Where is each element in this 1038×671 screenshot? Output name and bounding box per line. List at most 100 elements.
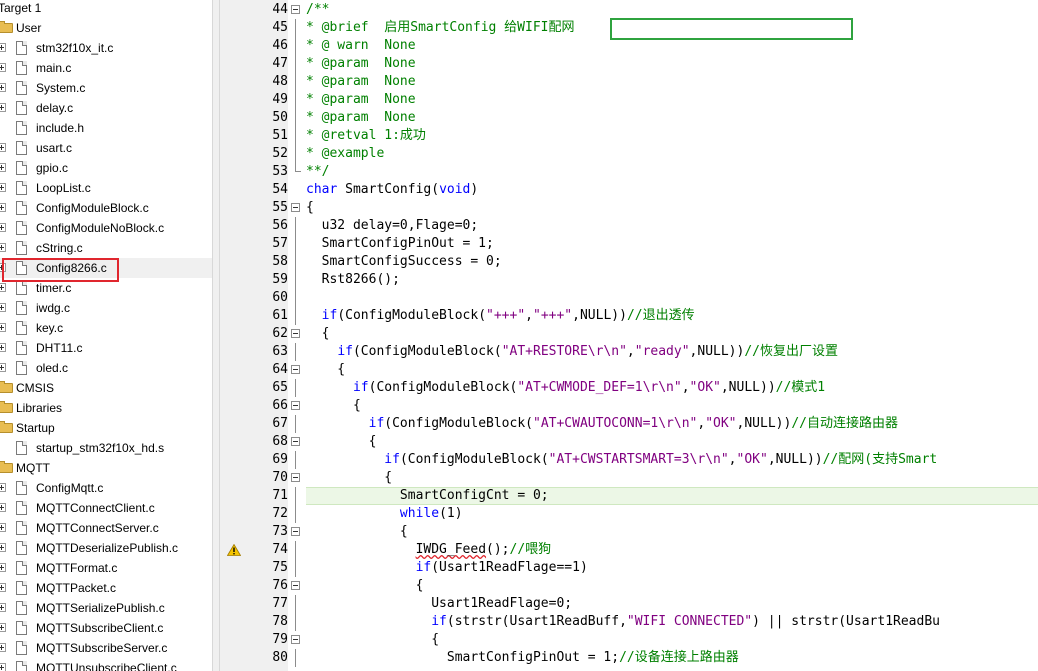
code-line[interactable]: 74 IWDG_Feed();//喂狗 bbox=[220, 541, 1038, 559]
tree-file[interactable]: MQTTConnectClient.c bbox=[0, 498, 212, 518]
tree-target[interactable]: Target 1 bbox=[0, 0, 212, 18]
code-line[interactable]: 78 if(strstr(Usart1ReadBuff,"WIFI CONNEC… bbox=[220, 613, 1038, 631]
code-line[interactable]: 51 * @retval 1:成功 bbox=[220, 127, 1038, 145]
tree-file[interactable]: key.c bbox=[0, 318, 212, 338]
expand-plus-icon[interactable] bbox=[0, 43, 6, 52]
expand-plus-icon[interactable] bbox=[0, 143, 6, 152]
expand-plus-icon[interactable] bbox=[0, 283, 6, 292]
code-line[interactable]: 44/** bbox=[220, 1, 1038, 19]
code-editor[interactable]: 44/** 45 * @brief 启用SmartConfig 给WIFI配网 46 *… bbox=[220, 0, 1038, 671]
expand-plus-icon[interactable] bbox=[0, 183, 6, 192]
code-line[interactable]: 55{ bbox=[220, 199, 1038, 217]
expand-plus-icon[interactable] bbox=[0, 503, 6, 512]
expand-plus-icon[interactable] bbox=[0, 603, 6, 612]
expand-plus-icon[interactable] bbox=[0, 543, 6, 552]
tree-file[interactable]: MQTTFormat.c bbox=[0, 558, 212, 578]
expand-plus-icon[interactable] bbox=[0, 343, 6, 352]
code-line[interactable]: 60 bbox=[220, 289, 1038, 307]
tree-file[interactable]: ConfigModuleNoBlock.c bbox=[0, 218, 212, 238]
tree-file[interactable]: MQTTUnsubscribeClient.c bbox=[0, 658, 212, 671]
code-line[interactable]: 50 * @param None bbox=[220, 109, 1038, 127]
fold-collapse-icon[interactable] bbox=[291, 527, 300, 536]
code-line[interactable]: 52 * @example bbox=[220, 145, 1038, 163]
fold-collapse-icon[interactable] bbox=[291, 401, 300, 410]
tree-folder-user[interactable]: User bbox=[0, 18, 212, 38]
fold-collapse-icon[interactable] bbox=[291, 473, 300, 482]
expand-plus-icon[interactable] bbox=[0, 623, 6, 632]
code-line[interactable]: 66 { bbox=[220, 397, 1038, 415]
tree-file[interactable]: MQTTSerializePublish.c bbox=[0, 598, 212, 618]
tree-file[interactable]: iwdg.c bbox=[0, 298, 212, 318]
expand-plus-icon[interactable] bbox=[0, 523, 6, 532]
tree-folder-cmsis[interactable]: CMSIS bbox=[0, 378, 212, 398]
tree-file[interactable]: LoopList.c bbox=[0, 178, 212, 198]
fold-collapse-icon[interactable] bbox=[291, 581, 300, 590]
expand-plus-icon[interactable] bbox=[0, 223, 6, 232]
tree-file[interactable]: main.c bbox=[0, 58, 212, 78]
code-line[interactable]: 64 { bbox=[220, 361, 1038, 379]
code-line[interactable]: 49 * @param None bbox=[220, 91, 1038, 109]
code-line[interactable]: 79 { bbox=[220, 631, 1038, 649]
tree-folder-libraries[interactable]: Libraries bbox=[0, 398, 212, 418]
code-line[interactable]: 48 * @param None bbox=[220, 73, 1038, 91]
code-line[interactable]: 59 Rst8266(); bbox=[220, 271, 1038, 289]
panel-splitter[interactable] bbox=[212, 0, 220, 671]
expand-plus-icon[interactable] bbox=[0, 83, 6, 92]
tree-file[interactable]: MQTTSubscribeServer.c bbox=[0, 638, 212, 658]
code-line[interactable]: 53 **/ bbox=[220, 163, 1038, 181]
expand-plus-icon[interactable] bbox=[0, 363, 6, 372]
tree-file[interactable]: MQTTDeserializePublish.c bbox=[0, 538, 212, 558]
tree-file[interactable]: gpio.c bbox=[0, 158, 212, 178]
fold-collapse-icon[interactable] bbox=[291, 365, 300, 374]
expand-plus-icon[interactable] bbox=[0, 583, 6, 592]
tree-file[interactable]: oled.c bbox=[0, 358, 212, 378]
expand-plus-icon[interactable] bbox=[0, 483, 6, 492]
expand-plus-icon[interactable] bbox=[0, 563, 6, 572]
code-line[interactable]: 56 u32 delay=0,Flage=0; bbox=[220, 217, 1038, 235]
code-line[interactable]: 73 { bbox=[220, 523, 1038, 541]
code-line[interactable]: 70 { bbox=[220, 469, 1038, 487]
tree-file[interactable]: stm32f10x_it.c bbox=[0, 38, 212, 58]
code-line[interactable]: 67 if(ConfigModuleBlock("AT+CWAUTOCONN=1… bbox=[220, 415, 1038, 433]
code-line[interactable]: 58 SmartConfigSuccess = 0; bbox=[220, 253, 1038, 271]
code-line[interactable]: 47 * @param None bbox=[220, 55, 1038, 73]
expand-plus-icon[interactable] bbox=[0, 203, 6, 212]
warning-icon[interactable] bbox=[227, 544, 241, 556]
fold-collapse-icon[interactable] bbox=[291, 329, 300, 338]
expand-plus-icon[interactable] bbox=[0, 663, 6, 671]
tree-file[interactable]: cString.c bbox=[0, 238, 212, 258]
expand-plus-icon[interactable] bbox=[0, 323, 6, 332]
code-line[interactable]: 69 if(ConfigModuleBlock("AT+CWSTARTSMART… bbox=[220, 451, 1038, 469]
code-line[interactable]: 80 SmartConfigPinOut = 1;//设备连接上路由器 bbox=[220, 649, 1038, 667]
tree-folder-mqtt[interactable]: MQTT bbox=[0, 458, 212, 478]
fold-collapse-icon[interactable] bbox=[291, 5, 300, 14]
code-line[interactable]: 76 { bbox=[220, 577, 1038, 595]
code-line[interactable]: 54 char SmartConfig(void) bbox=[220, 181, 1038, 199]
code-line[interactable]: 61 if(ConfigModuleBlock("+++","+++",NULL… bbox=[220, 307, 1038, 325]
code-line[interactable]: 68 { bbox=[220, 433, 1038, 451]
code-line[interactable]: 65 if(ConfigModuleBlock("AT+CWMODE_DEF=1… bbox=[220, 379, 1038, 397]
code-line[interactable]: 63 if(ConfigModuleBlock("AT+RESTORE\r\n"… bbox=[220, 343, 1038, 361]
expand-plus-icon[interactable] bbox=[0, 63, 6, 72]
code-line[interactable]: 75 if(Usart1ReadFlage==1) bbox=[220, 559, 1038, 577]
expand-plus-icon[interactable] bbox=[0, 303, 6, 312]
tree-file[interactable]: MQTTConnectServer.c bbox=[0, 518, 212, 538]
expand-plus-icon[interactable] bbox=[0, 163, 6, 172]
code-line[interactable]: 57 SmartConfigPinOut = 1; bbox=[220, 235, 1038, 253]
tree-file[interactable]: startup_stm32f10x_hd.s bbox=[0, 438, 212, 458]
fold-collapse-icon[interactable] bbox=[291, 437, 300, 446]
expand-plus-icon[interactable] bbox=[0, 643, 6, 652]
expand-plus-icon[interactable] bbox=[0, 103, 6, 112]
fold-collapse-icon[interactable] bbox=[291, 635, 300, 644]
code-line[interactable]: 71 SmartConfigCnt = 0; bbox=[220, 487, 1038, 505]
fold-collapse-icon[interactable] bbox=[291, 203, 300, 212]
tree-file[interactable]: MQTTPacket.c bbox=[0, 578, 212, 598]
tree-file[interactable]: include.h bbox=[0, 118, 212, 138]
tree-file[interactable]: ConfigMqtt.c bbox=[0, 478, 212, 498]
tree-file[interactable]: System.c bbox=[0, 78, 212, 98]
expand-plus-icon[interactable] bbox=[0, 243, 6, 252]
code-line[interactable]: 72 while(1) bbox=[220, 505, 1038, 523]
tree-folder-startup[interactable]: Startup bbox=[0, 418, 212, 438]
tree-file[interactable]: usart.c bbox=[0, 138, 212, 158]
code-line[interactable]: 62 { bbox=[220, 325, 1038, 343]
